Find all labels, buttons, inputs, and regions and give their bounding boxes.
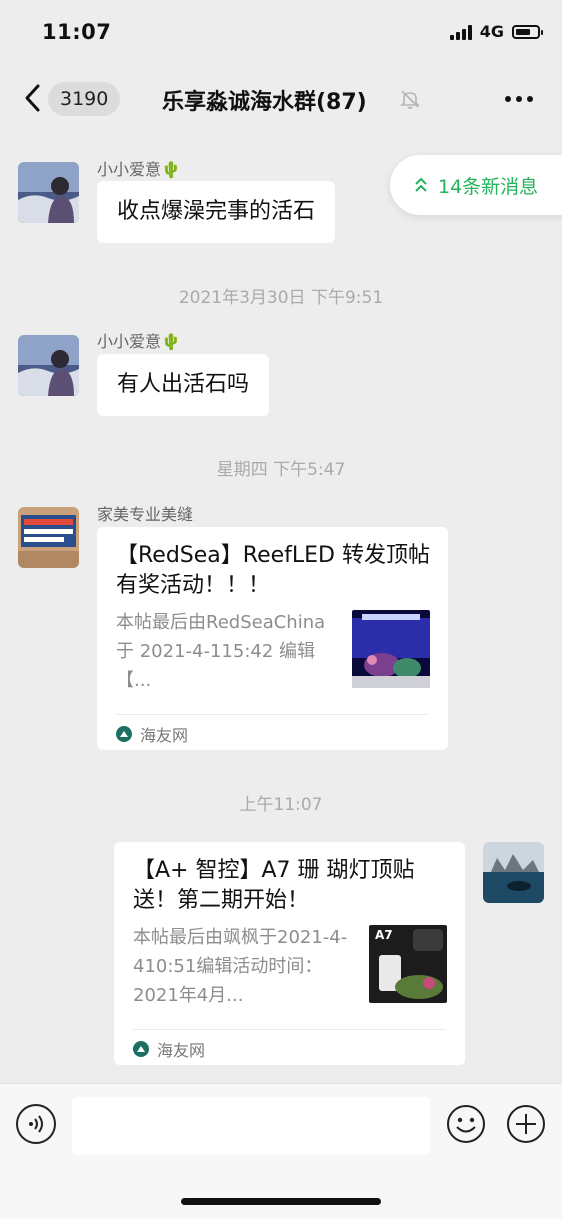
- card-source: 海友网: [133, 1037, 205, 1061]
- card-description: 本帖最后由飒枫于2021-4-410:51编辑活动时间：2021年4月...: [133, 927, 348, 1006]
- network-label: 4G: [479, 22, 504, 41]
- new-messages-button[interactable]: 14条新消息: [390, 155, 562, 215]
- mute-bell-icon: [400, 90, 420, 109]
- status-indicators: 4G: [449, 22, 543, 41]
- avatar[interactable]: [18, 335, 79, 396]
- sender-name: 家美专业美缝: [97, 505, 194, 524]
- battery-level: [516, 28, 530, 35]
- battery-icon: [512, 24, 543, 39]
- link-card[interactable]: 【A+ 智控】A7 珊 瑚灯顶贴送！第二期开始！ 本帖最后由飒枫于2021-4-…: [114, 842, 465, 1065]
- voice-button[interactable]: [16, 1104, 56, 1144]
- signal-icon: [449, 24, 472, 40]
- timestamp: 上午11:07: [239, 795, 323, 815]
- my-avatar[interactable]: [483, 842, 544, 903]
- emoji-icon[interactable]: [446, 1104, 486, 1144]
- card-divider: [116, 714, 429, 715]
- card-divider: [133, 1029, 446, 1030]
- card-thumbnail: A7: [369, 925, 447, 1003]
- site-logo-icon: [133, 1041, 149, 1057]
- card-source: 海友网: [116, 722, 188, 746]
- message-bubble[interactable]: 收点爆澡完事的活石: [97, 181, 336, 243]
- double-chevron-up-icon: [415, 177, 427, 192]
- home-indicator: [181, 1198, 381, 1205]
- voice-wave-icon: [29, 1115, 43, 1133]
- more-options-icon[interactable]: [504, 94, 534, 104]
- avatar[interactable]: [18, 507, 79, 568]
- card-title: 【A+ 智控】A7 珊 瑚灯顶贴送！第二期开始！: [133, 858, 415, 913]
- card-source-label: 海友网: [140, 726, 189, 745]
- thumbnail-label: A7: [375, 928, 393, 942]
- unread-count-badge[interactable]: 3190: [48, 82, 121, 116]
- new-messages-label: 14条新消息: [438, 175, 539, 198]
- timestamp: 2021年3月30日 下午9:51: [178, 288, 384, 308]
- sender-name: 小小爱意🌵: [97, 160, 181, 179]
- card-title: 【RedSea】ReefLED 转发顶帖有奖活动！！！: [116, 543, 430, 598]
- status-time: 11:07: [42, 20, 112, 44]
- sender-name: 小小爱意🌵: [97, 332, 181, 351]
- link-card[interactable]: 【RedSea】ReefLED 转发顶帖有奖活动！！！ 本帖最后由RedSeaC…: [97, 527, 448, 750]
- card-thumbnail: [352, 610, 430, 688]
- plus-icon[interactable]: [506, 1104, 546, 1144]
- message-bubble[interactable]: 有人出活石吗: [97, 354, 270, 416]
- card-source-label: 海友网: [157, 1041, 206, 1060]
- card-description: 本帖最后由RedSeaChina 于 2021-4-115:42 编辑【...: [116, 612, 326, 691]
- site-logo-icon: [116, 726, 132, 742]
- timestamp: 星期四 下午5:47: [216, 460, 346, 480]
- chat-title: 乐享淼诚海水群(87): [162, 90, 367, 115]
- avatar[interactable]: [18, 162, 79, 223]
- message-input[interactable]: [72, 1097, 430, 1155]
